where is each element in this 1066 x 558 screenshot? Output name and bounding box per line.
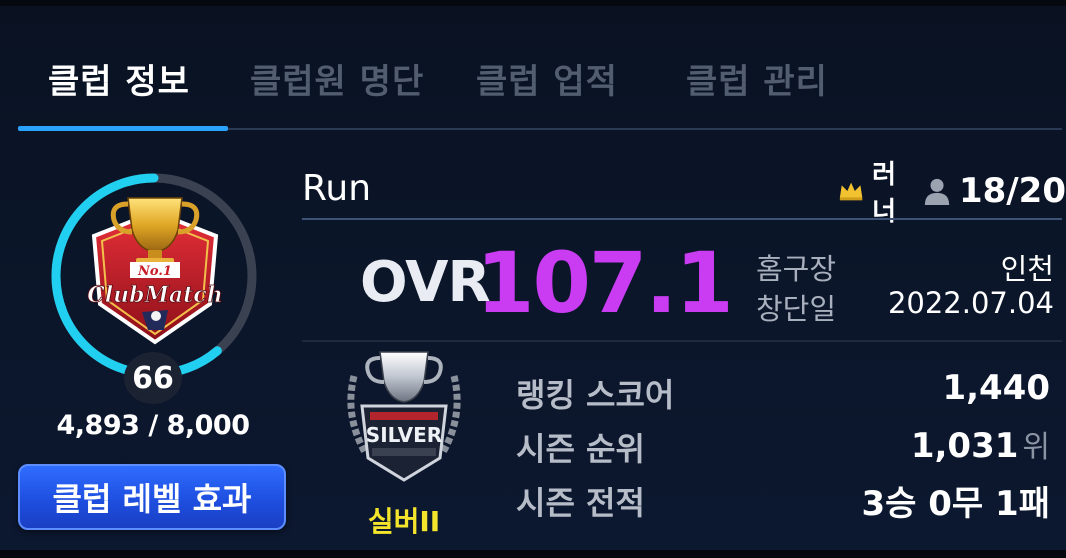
header-divider: [302, 218, 1062, 220]
club-level-badge: 66: [124, 352, 182, 404]
silver-tier-emblem: SILVER: [347, 351, 461, 482]
emblem-top-text: No.1: [137, 264, 172, 279]
ranking-score-value: 1,440: [942, 368, 1050, 408]
ranking-score-label: 랭킹 스코어: [516, 376, 675, 414]
bottom-frame: [0, 550, 1066, 558]
tier-badge-text: SILVER: [366, 423, 442, 447]
active-tab-indicator: [18, 126, 228, 131]
member-role-label: 러너: [872, 160, 897, 227]
ovr-label: OVR: [360, 250, 491, 315]
tab-club-achievements[interactable]: 클럽 업적: [476, 54, 618, 104]
member-count: 18/20: [958, 171, 1066, 211]
season-record-label: 시즌 전적: [516, 484, 645, 522]
season-rank-value: 1,031: [910, 426, 1019, 466]
home-stadium-value: 인천: [1000, 252, 1054, 286]
emblem-main-text: ClubMatch: [87, 282, 222, 308]
season-record-value: 3승 0무 1패: [861, 484, 1051, 524]
club-emblem: No.1 ClubMatch: [87, 197, 223, 345]
season-rank-label: 시즌 순위: [516, 430, 645, 468]
home-stadium-label: 홈구장: [756, 252, 837, 286]
club-role-and-members: 러너 18/20: [838, 160, 1066, 227]
tab-bar: 클럽 정보 클럽원 명단 클럽 업적 클럽 관리: [18, 40, 1062, 132]
founded-date-value: 2022.07.04: [887, 286, 1054, 320]
season-rank-value-wrap: 1,031 위: [911, 422, 1050, 466]
top-frame: [0, 0, 1066, 6]
founded-date-label: 창단일: [756, 292, 837, 326]
club-level-effect-button[interactable]: 클럽 레벨 효과: [18, 464, 286, 530]
season-rank-unit: 위: [1022, 430, 1050, 465]
tab-member-list[interactable]: 클럽원 명단: [250, 54, 424, 104]
crown-icon: [839, 182, 863, 201]
tier-name: 실버II: [367, 505, 441, 538]
member-icon: [924, 178, 950, 206]
tab-club-info[interactable]: 클럽 정보: [48, 54, 190, 104]
club-name: Run: [302, 168, 372, 209]
section-divider: [302, 340, 1062, 342]
club-exp-text: 4,893 / 8,000: [56, 410, 250, 441]
tab-club-management[interactable]: 클럽 관리: [686, 54, 828, 104]
ovr-value: 107.1: [476, 234, 734, 332]
